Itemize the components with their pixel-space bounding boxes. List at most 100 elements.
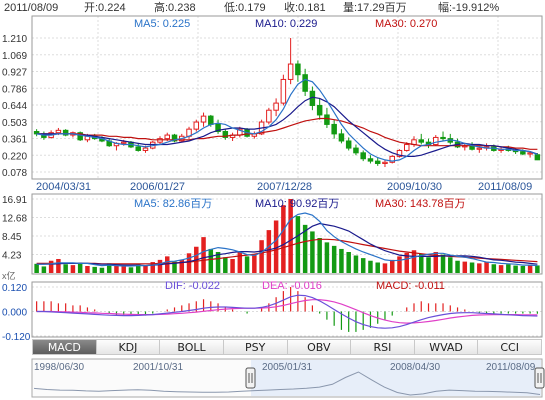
volume-bar — [310, 231, 315, 273]
volume-bar — [382, 263, 388, 273]
legend-vol-ma5: MA5: 82.86百万 — [134, 198, 212, 210]
candle — [120, 141, 127, 144]
candle — [476, 147, 483, 150]
price-x-tick: 2007/12/28 — [257, 181, 312, 193]
navigator-date: 2011/08/09 — [486, 362, 536, 373]
header-low: 低:0.179 — [224, 1, 266, 14]
header-close: 收:0.181 — [284, 0, 326, 14]
price-y-tick: 1.210 — [2, 34, 27, 45]
price-y-tick: 1.069 — [2, 51, 27, 62]
navigator-date: 2005/01/31 — [262, 362, 312, 373]
tab-obv[interactable]: OBV — [286, 339, 351, 355]
volume-bar — [455, 260, 460, 273]
candle — [142, 147, 149, 151]
volume-y-tick: 4.23 — [2, 250, 22, 261]
legend-dea: DEA: -0.016 — [262, 280, 322, 292]
candle — [374, 160, 381, 164]
volume-bar — [389, 259, 395, 273]
price-x-tick: 2004/03/31 — [36, 181, 91, 193]
volume-bar — [397, 256, 402, 273]
volume-bar — [368, 260, 373, 273]
macd-legend: DIF: -0.022 DEA: -0.016 MACD: -0.011 — [165, 280, 445, 292]
candle — [331, 123, 337, 135]
navigator-right-handle[interactable] — [534, 367, 545, 389]
volume-bar — [99, 267, 105, 273]
candle — [418, 139, 425, 143]
candle — [367, 158, 374, 162]
tab-rsi[interactable]: RSI — [350, 339, 414, 355]
legend-price-ma10: MA10: 0.229 — [255, 18, 317, 30]
volume-bar — [121, 266, 126, 273]
candle — [353, 147, 359, 154]
range-navigator[interactable]: 1998/06/30 2001/10/31 2005/01/31 2008/04/30… — [31, 358, 545, 398]
navigator-date: 1998/06/30 — [34, 362, 84, 373]
volume-bar — [331, 245, 337, 273]
price-y-tick: 0.644 — [2, 101, 27, 112]
candle — [295, 63, 301, 76]
tab-macd[interactable]: MACD — [32, 339, 96, 355]
volume-bar — [157, 259, 163, 273]
tab-wvad[interactable]: WVAD — [413, 339, 478, 355]
volume-bar — [48, 260, 54, 273]
volume-bar — [339, 248, 344, 273]
header-high: 高:0.238 — [154, 0, 196, 14]
macd-y-tick: 0.000 — [2, 308, 27, 319]
price-y-tick: 0.503 — [2, 118, 27, 129]
candle — [403, 144, 410, 151]
macd-y-axis: 0.120 0.000 -0.120 — [2, 283, 31, 343]
volume-bar — [114, 265, 119, 273]
header-volume: 量:17.29百万 — [343, 1, 407, 14]
tab-psy[interactable]: PSY — [222, 339, 287, 355]
header-change: 幅:-19.912% — [438, 1, 499, 14]
header-open: 开:0.224 — [84, 2, 126, 14]
volume-bar — [346, 251, 351, 273]
volume-bar — [56, 258, 61, 273]
volume-bar — [201, 237, 206, 273]
volume-bar — [513, 265, 518, 273]
legend-price-ma30: MA30: 0.270 — [375, 18, 437, 30]
candle — [287, 63, 294, 80]
volume-bar — [498, 265, 504, 273]
volume-y-tick: 8.45 — [2, 232, 22, 243]
tab-cci[interactable]: CCI — [477, 339, 542, 355]
volume-bar — [484, 261, 489, 273]
candle — [280, 78, 287, 104]
volume-bar — [477, 263, 482, 273]
volume-bar — [63, 264, 68, 273]
candle — [534, 154, 541, 161]
volume-bar — [223, 257, 228, 273]
indicator-tabs: MACD KDJ BOLL PSY OBV RSI WVAD CCI — [32, 339, 542, 355]
volume-bar — [317, 237, 322, 273]
macd-y-tick: -0.120 — [2, 332, 31, 343]
volume-bar — [230, 258, 235, 273]
price-x-tick: 2011/08/09 — [478, 181, 532, 193]
volume-bar — [491, 264, 497, 273]
candle — [164, 134, 171, 140]
volume-bar — [469, 262, 475, 273]
candle — [440, 136, 446, 140]
candle — [302, 74, 308, 92]
volume-bar — [244, 256, 250, 273]
price-y-tick: 0.927 — [2, 68, 27, 79]
volume-bar — [186, 253, 192, 273]
volume-bar — [353, 255, 359, 273]
candle — [135, 146, 141, 151]
price-y-tick: 0.361 — [2, 135, 27, 146]
volume-bar — [128, 267, 134, 273]
volume-y-tick: 12.68 — [2, 214, 27, 225]
volume-bar — [506, 264, 511, 273]
legend-vol-ma10: MA10: 90.92百万 — [255, 198, 339, 210]
price-x-tick: 2009/10/30 — [387, 181, 442, 193]
volume-bar — [281, 205, 286, 273]
candle — [382, 161, 388, 164]
tab-boll[interactable]: BOLL — [159, 339, 223, 355]
navigator-left-handle[interactable] — [245, 367, 256, 389]
volume-bar — [520, 265, 526, 273]
volume-unit-label: x亿 — [2, 270, 16, 281]
candle — [433, 136, 439, 146]
volume-bar — [70, 265, 76, 273]
price-y-axis: 1.210 1.069 0.927 0.786 0.644 0.503 0.361 0.220… — [2, 34, 27, 179]
tab-kdj[interactable]: KDJ — [95, 339, 160, 355]
volume-bar — [143, 265, 148, 273]
legend-vol-ma30: MA30: 143.78百万 — [375, 198, 466, 210]
